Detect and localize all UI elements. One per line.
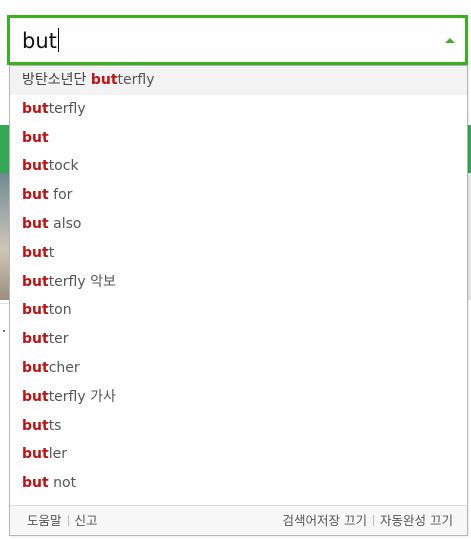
autocomplete-dropdown: 방탄소년단 butterfly butterfly but buttock bu… [9,65,468,536]
suggestion-item[interactable]: butt [10,239,467,268]
suggestion-match: but [22,187,49,204]
suggestion-rest: not [48,475,77,492]
background-dot [3,330,5,332]
suggestion-match: but [22,446,49,463]
background-green-bar [0,125,9,173]
suggestion-match: but [22,129,49,146]
suggestion-item[interactable]: butterfly [10,95,467,124]
suggestion-rest: also [48,215,82,232]
suggestion-rest: terfly [48,100,86,117]
suggestion-item[interactable]: butts [10,412,467,441]
suggestion-item[interactable]: but also [10,210,467,239]
suggestion-match: but [22,475,49,492]
suggestion-match: but [22,417,49,434]
suggestion-rest: ler [48,446,67,463]
suggestion-item[interactable]: but not [10,469,467,498]
background-thumbnail [0,173,9,300]
search-query: but [22,29,57,53]
suggestion-rest: ts [48,417,62,434]
suggestion-match: but [22,273,49,290]
suggestion-match: but [22,359,49,376]
dropdown-footer: 도움말 신고 검색어저장 끄기 자동완성 끄기 [10,505,467,535]
suggestion-item[interactable]: button [10,296,467,325]
suggestion-item[interactable]: butterfly 악보 [10,268,467,297]
text-caret [57,28,59,52]
suggestion-match: but [22,244,49,261]
suggestion-rest: for [48,187,73,204]
help-link[interactable]: 도움말 [27,513,62,528]
search-input[interactable]: but [22,26,402,56]
suggestion-rest: terfly 가사 [48,388,116,405]
page: but 방탄소년단 butterfly butterfly but buttoc… [0,0,471,540]
suggestion-item[interactable]: buttock [10,152,467,181]
suggestion-item[interactable]: but [10,124,467,153]
suggestion-item[interactable]: butter [10,325,467,354]
suggestion-rest: t [48,244,55,261]
suggestion-rest: cher [48,359,80,376]
suggestion-rest: ter [48,331,69,348]
footer-right-links: 검색어저장 끄기 자동완성 끄기 [283,506,453,535]
footer-divider [373,515,375,526]
suggestion-match: but [90,72,118,88]
suggestion-match: but [22,100,49,117]
background-page-left [0,0,9,540]
footer-left-links: 도움말 신고 [27,506,98,535]
suggestion-rest: terfly 악보 [48,273,116,290]
report-link[interactable]: 신고 [75,513,98,528]
footer-divider [67,515,69,526]
suggestion-match: but [22,388,49,405]
suggestion-rest: terfly [117,72,155,88]
suggestion-item[interactable]: butler [10,440,467,469]
suggestion-list: 방탄소년단 butterfly butterfly but buttock bu… [10,66,467,498]
triangle-up-icon[interactable] [445,38,455,43]
suggestion-item[interactable]: but for [10,181,467,210]
suggestion-rest: ton [48,302,72,319]
suggestion-match: but [22,302,49,319]
suggestion-prefix: 방탄소년단 [22,72,91,88]
suggestion-item[interactable]: 방탄소년단 butterfly [10,66,467,95]
suggestion-item[interactable]: butcher [10,354,467,383]
suggestion-match: but [22,331,49,348]
search-box[interactable]: but [7,15,468,65]
suggestion-item[interactable]: butterfly 가사 [10,383,467,412]
history-off-link[interactable]: 검색어저장 끄기 [283,513,367,528]
suggestion-match: but [22,158,49,175]
autocomplete-off-link[interactable]: 자동완성 끄기 [380,513,453,528]
background-divider [0,303,9,304]
suggestion-rest: tock [48,158,79,175]
suggestion-match: but [22,215,49,232]
